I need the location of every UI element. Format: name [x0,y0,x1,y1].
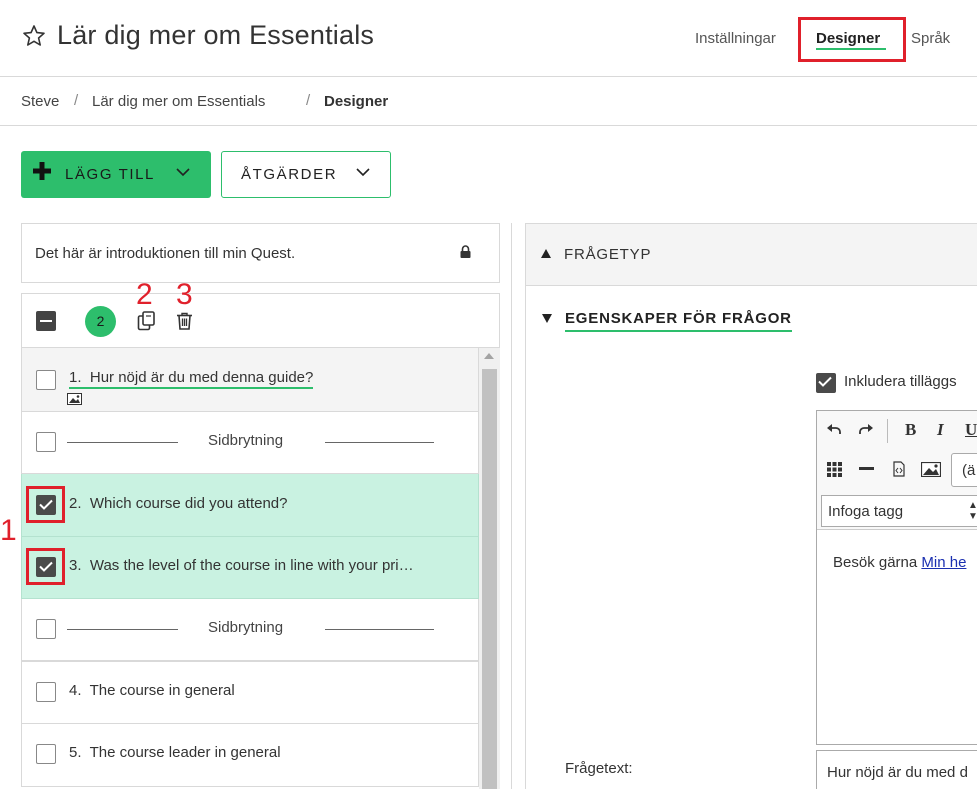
underline-button[interactable]: U [965,420,977,440]
question-checkbox[interactable] [36,370,56,390]
lock-icon [460,245,471,258]
page-break-checkbox[interactable] [36,432,56,452]
chevron-down-icon [176,168,190,177]
insert-image-icon[interactable] [921,462,941,477]
source-code-icon[interactable] [893,461,905,477]
breadcrumb-item-quest[interactable]: Lär dig mer om Essentials [92,93,265,110]
page-break-line [325,442,434,443]
list-scrollbar[interactable] [479,348,500,789]
select-arrows-icon: ▲ ▼ [968,500,977,522]
editor-content[interactable]: Besök gärna Min he [833,554,966,571]
horizontal-line-icon[interactable] [859,467,874,471]
question-text-value: Hur nöjd är du med d [827,764,968,781]
include-label: Inkludera tilläggs [844,373,957,390]
question-row-3[interactable]: 3. Was the level of the course in line w… [21,537,479,599]
question-type-section[interactable]: FRÅGETYP [525,223,977,286]
redo-icon[interactable] [859,423,873,435]
question-checkbox[interactable] [36,682,56,702]
triangle-down-icon[interactable] [542,314,552,323]
nav-settings[interactable]: Inställningar [695,30,776,47]
image-icon [67,393,82,405]
breadcrumb-separator: / [74,92,79,109]
question-text: 3. Was the level of the course in line w… [69,557,414,574]
page-break-row[interactable]: Sidbrytning [21,599,479,661]
nav-language[interactable]: Språk [911,30,950,47]
question-text: 4. The course in general [69,682,235,699]
question-text-field[interactable]: Hur nöjd är du med d [816,750,977,789]
selected-count-badge: 2 [85,306,116,337]
scroll-up-arrow-icon[interactable] [484,353,494,359]
question-row-2[interactable]: 2. Which course did you attend? [21,474,479,537]
question-properties-panel: EGENSKAPER FÖR FRÅGOR Inkludera tilläggs… [525,286,977,789]
question-checkbox[interactable] [36,744,56,764]
breadcrumb-item-steve[interactable]: Steve [21,93,59,110]
question-row-1[interactable]: 1. Hur nöjd är du med denna guide? [21,348,479,412]
question-row-4[interactable]: 4. The course in general [21,661,479,724]
question-text-label: Frågetext: [565,760,633,777]
intro-item[interactable]: Det här är introduktionen till min Quest… [21,223,500,283]
editor-link[interactable]: Min he [921,554,966,571]
page-break-checkbox[interactable] [36,619,56,639]
checkbox-highlight-box [26,548,65,585]
breadcrumb-separator: / [306,92,311,109]
add-button-label: LÄGG TILL [65,166,155,183]
bold-button[interactable]: B [905,420,916,440]
breadcrumb: Steve / Lär dig mer om Essentials / Desi… [0,77,977,126]
deselect-all-checkbox[interactable] [36,311,56,331]
question-properties-label[interactable]: EGENSKAPER FÖR FRÅGOR [565,310,792,332]
page-break-label: Sidbrytning [208,432,284,449]
page-break-line [67,442,178,443]
insert-tag-select[interactable]: Infoga tagg ▲ ▼ [821,495,977,527]
selection-toolbar: 2 [21,293,500,348]
designer-highlight-box [798,17,906,62]
annotation-one: 1 [0,514,17,547]
chevron-down-icon [356,168,370,177]
triangle-up-icon [541,249,551,258]
actions-button-label: ÅTGÄRDER [241,166,338,183]
checkmark-icon [818,376,832,387]
question-text: 2. Which course did you attend? [69,495,288,512]
star-icon[interactable] [22,24,46,48]
checkbox-highlight-box [26,486,65,523]
rich-text-editor: B I U (ä Infoga tagg ▲ ▼ Besök gärna Min… [816,410,977,745]
panel-divider [511,223,512,789]
intro-text: Det här är introduktionen till min Quest… [35,245,296,262]
question-text: 5. The course leader in general [69,744,281,761]
editor-text: Besök gärna [833,554,922,571]
question-type-label: FRÅGETYP [564,246,652,263]
format-select[interactable]: (ä [951,453,977,487]
italic-button[interactable]: I [937,420,944,440]
editor-toolbar: B I U (ä Infoga tagg ▲ ▼ [817,411,977,530]
page-break-row[interactable]: Sidbrytning [21,412,479,474]
page-break-line [67,629,178,630]
question-row-5[interactable]: 5. The course leader in general [21,724,479,787]
include-checkbox[interactable] [816,373,836,393]
scrollbar-thumb[interactable] [482,369,497,789]
copy-icon[interactable] [136,310,157,331]
page-header: Lär dig mer om Essentials Inställningar … [0,0,977,77]
annotation-three: 3 [176,278,193,311]
page-title: Lär dig mer om Essentials [57,20,375,50]
insert-tag-label: Infoga tagg [828,503,904,520]
plus-icon [33,162,51,180]
toolbar-separator [887,419,888,443]
add-button[interactable]: LÄGG TILL [21,151,211,198]
question-text: 1. Hur nöjd är du med denna guide? [69,369,314,389]
undo-icon[interactable] [827,423,841,435]
annotation-two: 2 [136,278,153,311]
actions-button[interactable]: ÅTGÄRDER [221,151,391,198]
table-icon[interactable] [827,462,842,477]
breadcrumb-item-current: Designer [324,93,389,110]
question-list: 1. Hur nöjd är du med denna guide? Sidbr… [21,348,500,789]
page-break-line [325,629,434,630]
trash-icon[interactable] [176,312,193,330]
page-break-label: Sidbrytning [208,619,284,636]
